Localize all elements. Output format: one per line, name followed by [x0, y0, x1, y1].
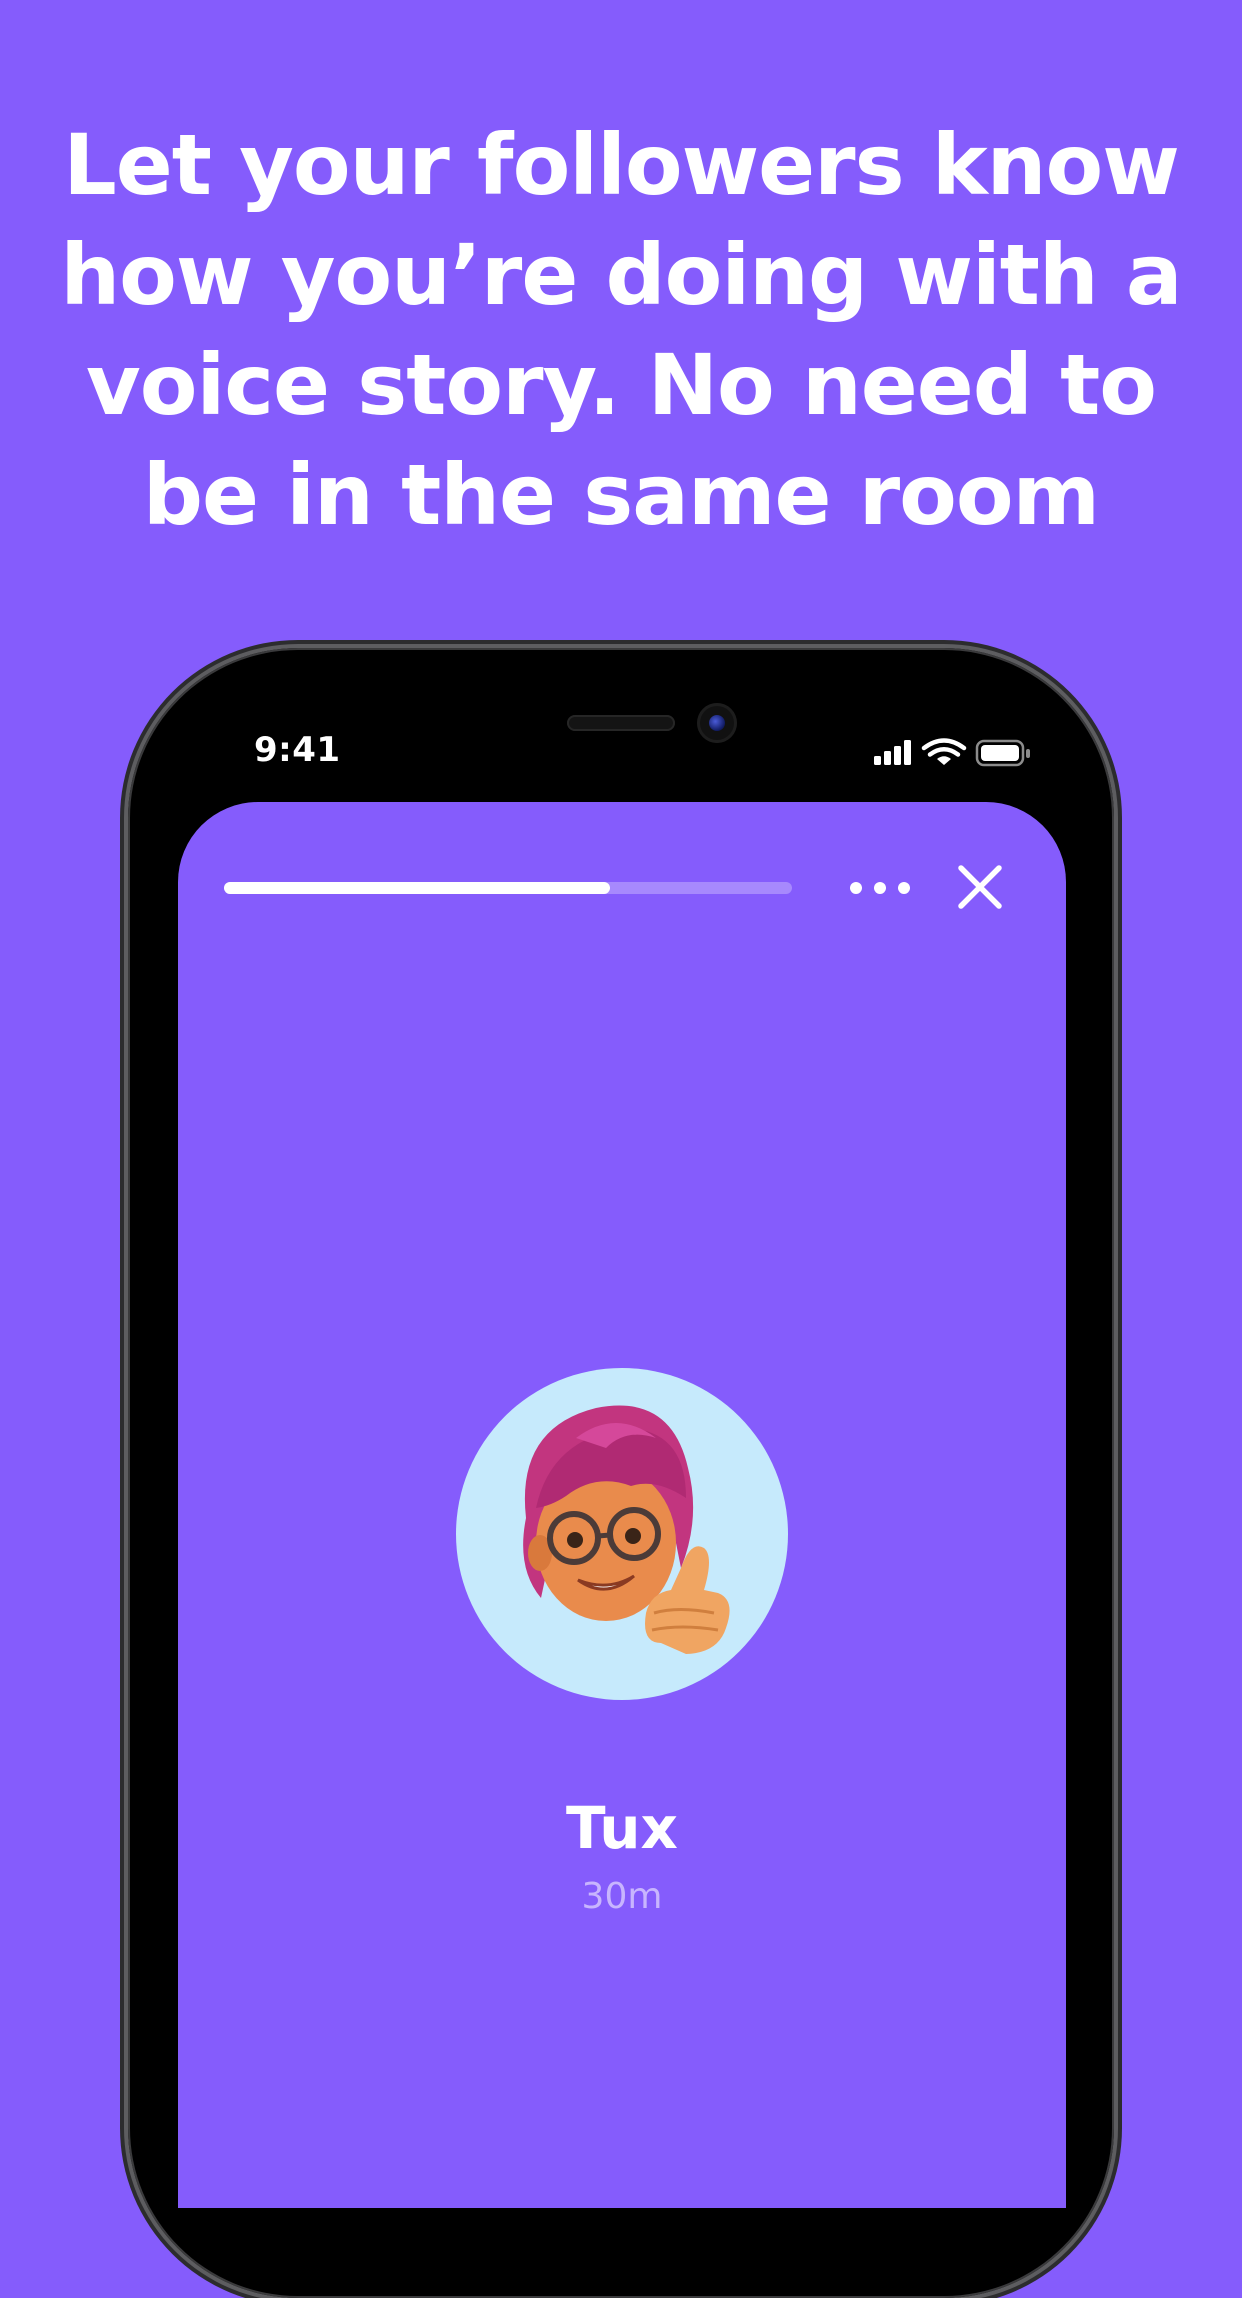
more-horizontal-icon [874, 882, 886, 894]
status-time: 9:41 [254, 730, 341, 770]
mute-switch [121, 968, 128, 1046]
more-horizontal-icon [898, 882, 910, 894]
battery-icon [975, 739, 1030, 767]
wifi-icon [921, 738, 967, 765]
memoji-avatar [523, 1405, 730, 1654]
headline-line: voice story. No need to [86, 336, 1157, 434]
status-icons [872, 736, 1032, 770]
headline-line: be in the same room [142, 446, 1100, 544]
story-progress-bar [224, 882, 792, 894]
volume-down-button [121, 1302, 128, 1454]
volume-up-button [121, 1112, 128, 1264]
earpiece-speaker [567, 715, 675, 731]
front-camera [697, 703, 737, 743]
avatar [456, 1368, 788, 1700]
story-progress-fill [224, 882, 611, 894]
cellular-signal-icon [874, 740, 911, 765]
headline: Let your followers know how you’re doing… [60, 110, 1182, 550]
more-horizontal-icon [850, 882, 862, 894]
close-icon[interactable] [955, 862, 1005, 912]
story-user-name: Tux [566, 1794, 678, 1862]
headline-line: Let your followers know [63, 116, 1180, 214]
power-button [1114, 1168, 1121, 1406]
story-screen: Tux 30m [178, 802, 1066, 2208]
more-options-button[interactable] [850, 868, 910, 908]
headline-line: how you’re doing with a [60, 226, 1182, 324]
story-timestamp: 30m [581, 1876, 663, 1917]
